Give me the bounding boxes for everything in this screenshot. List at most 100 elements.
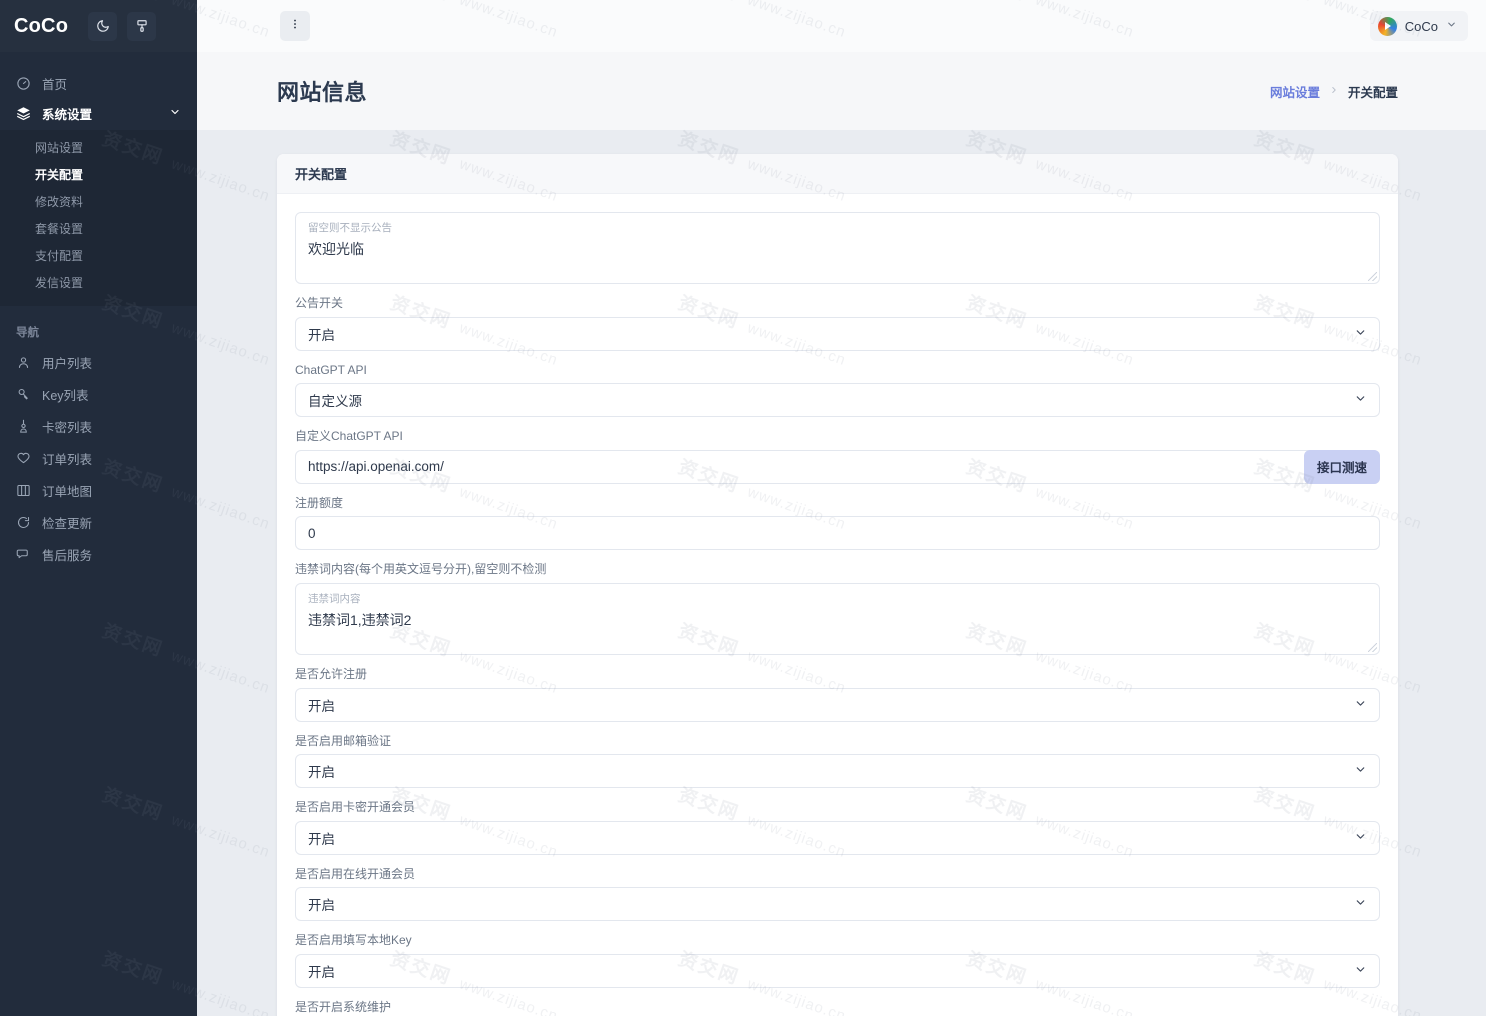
sidebar: CoCo 首页 系统设置 网站设置 开关配置 修改资料 套餐设置 支付配置 发信…	[0, 0, 197, 1016]
custom-api-label: 自定义ChatGPT API	[295, 429, 403, 444]
banned-words-textarea[interactable]: 违禁词内容 违禁词1,违禁词2	[295, 582, 1380, 655]
gauge-icon	[16, 76, 31, 91]
book-icon	[16, 483, 31, 498]
page-title: 网站信息	[277, 80, 368, 105]
field-card-vip: 是否启用卡密开通会员 开启	[295, 800, 1380, 855]
field-online-vip: 是否启用在线开通会员 开启	[295, 867, 1380, 922]
announcement-switch-select[interactable]: 开启	[295, 316, 1380, 351]
sidebar-item-home[interactable]: 首页	[0, 68, 197, 98]
email-verify-select[interactable]: 开启	[295, 754, 1380, 789]
sidebar-item-order-map[interactable]: 订单地图	[0, 474, 197, 506]
sidebar-subitem-label: 修改资料	[35, 195, 84, 209]
theme-toggle-button[interactable]	[88, 11, 118, 41]
chevron-down-icon	[1354, 896, 1367, 912]
chevron-right-icon	[1329, 84, 1339, 98]
card-vip-value: 开启	[308, 831, 335, 847]
sidebar-brand-bar: CoCo	[0, 0, 197, 52]
custom-api-value: https://api.openai.com/	[308, 459, 444, 475]
sidebar-item-order-list[interactable]: 订单列表	[0, 442, 197, 474]
sidebar-item-label: Key列表	[42, 388, 89, 403]
sidebar-item-card-list[interactable]: 卡密列表	[0, 410, 197, 442]
chatgpt-api-select[interactable]: 自定义源	[295, 383, 1380, 418]
card-title: 开关配置	[295, 167, 348, 182]
page-header: 网站信息 网站设置 开关配置	[197, 52, 1486, 130]
local-key-select[interactable]: 开启	[295, 953, 1380, 988]
sidebar-item-user-list[interactable]: 用户列表	[0, 346, 197, 378]
sidebar-item-payment-config[interactable]: 支付配置	[0, 242, 197, 269]
announcement-switch-label: 公告开关	[295, 296, 344, 310]
allow-register-select[interactable]: 开启	[295, 687, 1380, 722]
breadcrumb-current: 开关配置	[1347, 85, 1398, 100]
chatgpt-api-value: 自定义源	[308, 394, 362, 410]
card-body: 留空则不显示公告 欢迎光临 公告开关 开启 ChatGPT API 自定义源 自…	[277, 194, 1398, 1016]
sidebar-section-title: 导航	[16, 327, 39, 339]
resize-handle-icon[interactable]	[1368, 272, 1377, 281]
announcement-textarea[interactable]: 留空则不显示公告 欢迎光临	[295, 212, 1380, 284]
online-vip-select[interactable]: 开启	[295, 887, 1380, 922]
announcement-switch-value: 开启	[308, 327, 335, 343]
sidebar-item-system-settings[interactable]: 系统设置	[0, 98, 197, 128]
user-name-label: CoCo	[1404, 18, 1438, 34]
user-menu-button[interactable]: CoCo	[1369, 11, 1468, 41]
field-allow-register: 是否允许注册 开启	[295, 667, 1380, 722]
theme-color-button[interactable]	[127, 11, 157, 41]
sidebar-subitem-label: 发信设置	[35, 276, 84, 290]
sidebar-item-label: 卡密列表	[42, 420, 93, 435]
sidebar-subitem-label: 套餐设置	[35, 222, 84, 236]
banned-words-float-label: 违禁词内容	[308, 592, 361, 605]
content-area: 开关配置 留空则不显示公告 欢迎光临 公告开关 开启 ChatGPT API 自…	[197, 130, 1486, 1016]
field-maintenance: 是否开启系统维护 关闭	[295, 1000, 1380, 1016]
api-speed-test-button[interactable]: 接口测速	[1303, 449, 1380, 484]
custom-api-row: https://api.openai.com/ 接口测速	[295, 449, 1380, 484]
brand-logo: CoCo	[14, 14, 69, 37]
local-key-value: 开启	[308, 964, 335, 980]
field-chatgpt-api: ChatGPT API 自定义源	[295, 363, 1380, 418]
sidebar-subitem-label: 支付配置	[35, 249, 84, 263]
register-quota-label: 注册额度	[295, 495, 344, 510]
email-verify-value: 开启	[308, 765, 335, 781]
sidebar-item-check-update[interactable]: 检查更新	[0, 506, 197, 538]
chevron-down-icon	[1354, 963, 1367, 979]
sidebar-item-label: 检查更新	[42, 516, 93, 531]
layers-icon	[16, 106, 31, 121]
sidebar-scroll: 首页 系统设置 网站设置 开关配置 修改资料 套餐设置 支付配置 发信设置 导航	[0, 52, 197, 570]
user-icon	[16, 355, 31, 370]
sidebar-item-system-settings-label: 系统设置	[42, 107, 93, 122]
sidebar-item-package-settings[interactable]: 套餐设置	[0, 215, 197, 242]
chevron-down-icon	[1354, 326, 1367, 342]
sidebar-item-mail-settings[interactable]: 发信设置	[0, 269, 197, 296]
sidebar-submenu-system-settings: 网站设置 开关配置 修改资料 套餐设置 支付配置 发信设置	[0, 130, 197, 306]
switch-config-card: 开关配置 留空则不显示公告 欢迎光临 公告开关 开启 ChatGPT API 自…	[277, 154, 1398, 1016]
allow-register-value: 开启	[308, 698, 335, 714]
sidebar-item-key-list[interactable]: Key列表	[0, 378, 197, 410]
ticket-icon	[16, 419, 31, 434]
resize-handle-icon[interactable]	[1368, 642, 1377, 652]
key-icon	[16, 387, 31, 402]
card-vip-select[interactable]: 开启	[295, 820, 1380, 855]
chatgpt-api-label: ChatGPT API	[295, 362, 367, 377]
local-key-label: 是否启用填写本地Key	[295, 933, 412, 948]
paint-brush-icon	[135, 19, 149, 33]
online-vip-value: 开启	[308, 898, 335, 914]
app-root: CoCo 首页 系统设置 网站设置 开关配置 修改资料 套餐设置 支付配置 发信…	[0, 0, 1486, 1016]
field-announcement-switch: 公告开关 开启	[295, 296, 1380, 351]
sidebar-item-label: 售后服务	[42, 548, 93, 563]
menu-toggle-button[interactable]	[280, 11, 310, 41]
sidebar-item-site-settings[interactable]: 网站设置	[0, 134, 197, 161]
custom-api-input[interactable]: https://api.openai.com/	[295, 449, 1380, 484]
sidebar-item-switch-config[interactable]: 开关配置	[0, 161, 197, 188]
register-quota-input[interactable]: 0	[295, 516, 1380, 551]
sidebar-item-label: 订单列表	[42, 452, 93, 467]
chevron-down-icon	[1446, 17, 1457, 35]
chevron-down-icon	[1354, 763, 1367, 779]
main-area: CoCo 网站信息 网站设置 开关配置 开关配置 留空则不显示公告 欢迎光临 公…	[197, 0, 1486, 1016]
banned-words-label: 违禁词内容(每个用英文逗号分开),留空则不检测	[295, 562, 547, 577]
sidebar-item-edit-profile[interactable]: 修改资料	[0, 188, 197, 215]
chevron-down-icon	[169, 106, 181, 121]
register-quota-value: 0	[308, 525, 316, 541]
breadcrumb-parent-link[interactable]: 网站设置	[1270, 82, 1320, 101]
announcement-float-label: 留空则不显示公告	[308, 222, 392, 234]
sidebar-item-after-sales[interactable]: 售后服务	[0, 538, 197, 570]
field-register-quota: 注册额度 0	[295, 496, 1380, 551]
field-banned-words: 违禁词内容(每个用英文逗号分开),留空则不检测 违禁词内容 违禁词1,违禁词2	[295, 562, 1380, 655]
